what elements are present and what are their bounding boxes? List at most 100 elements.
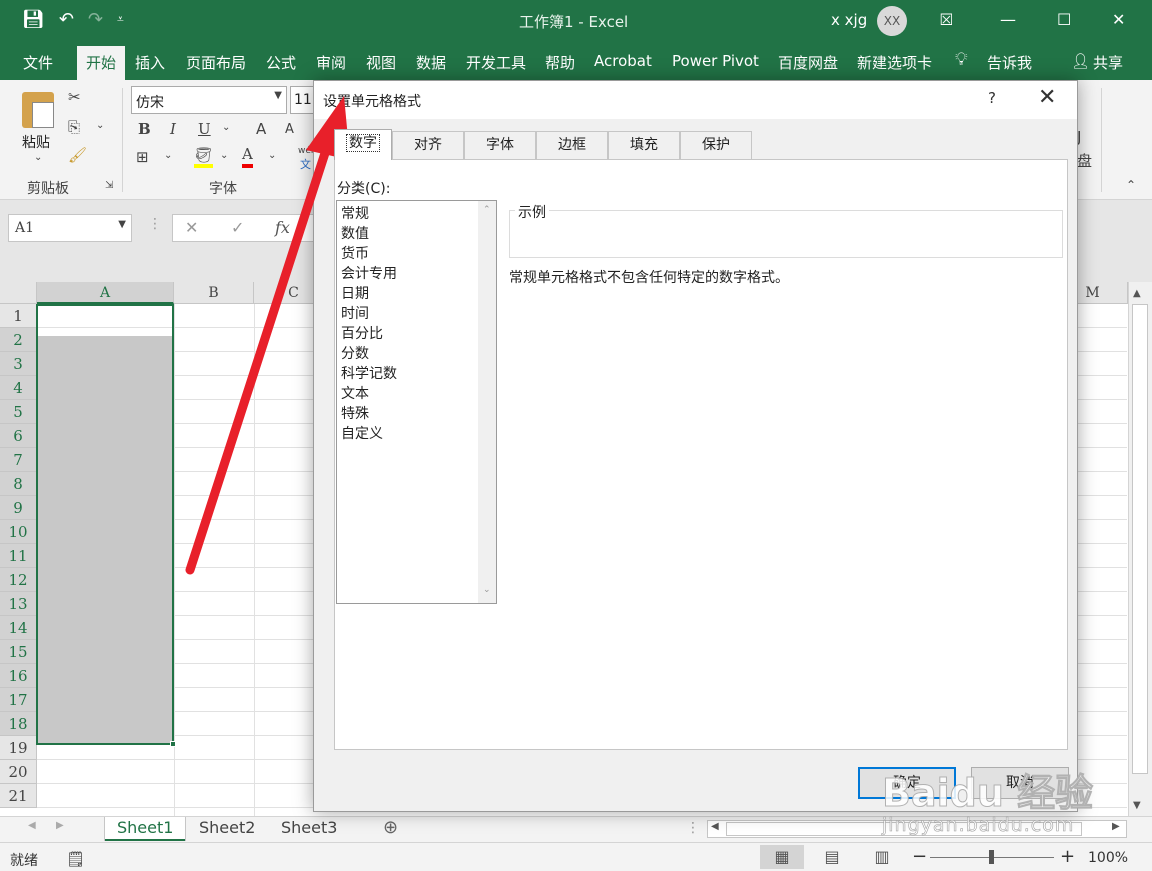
save-icon[interactable]: 💾︎	[22, 9, 45, 30]
tab-review[interactable]: 审阅	[316, 52, 346, 73]
share-button[interactable]: 共享	[1093, 52, 1123, 73]
row-header[interactable]: 7	[0, 448, 37, 472]
cancel-button[interactable]: 取消	[971, 767, 1069, 799]
user-name[interactable]: x xjg	[831, 11, 867, 29]
tab-insert[interactable]: 插入	[135, 52, 165, 73]
paste-label[interactable]: 粘贴	[22, 132, 50, 152]
scroll-thumb[interactable]	[1132, 304, 1148, 774]
avatar[interactable]: XX	[877, 6, 907, 36]
page-layout-view-icon[interactable]: ▤	[810, 845, 854, 869]
add-sheet-icon[interactable]: ⊕	[383, 817, 398, 838]
scroll-up-icon[interactable]: ▲	[1133, 288, 1141, 299]
category-item[interactable]: 分数	[341, 343, 369, 363]
underline-dropdown-icon[interactable]: ⌄	[222, 122, 230, 133]
tab-developer[interactable]: 开发工具	[466, 52, 526, 73]
italic-button[interactable]: I	[170, 120, 176, 138]
zoom-in-icon[interactable]: +	[1060, 846, 1075, 867]
category-item[interactable]: 科学记数	[341, 363, 397, 383]
font-color-button[interactable]: A	[242, 144, 253, 168]
customize-qat-icon[interactable]: ⩡	[117, 12, 124, 27]
category-item[interactable]: 特殊	[341, 403, 369, 423]
borders-dropdown-icon[interactable]: ⌄	[164, 150, 172, 161]
tab-formulas[interactable]: 公式	[266, 52, 296, 73]
close-button[interactable]: ✕	[1112, 10, 1125, 29]
category-item[interactable]: 时间	[341, 303, 369, 323]
tab-acrobat[interactable]: Acrobat	[594, 52, 652, 70]
borders-icon[interactable]: ⊞	[136, 148, 149, 166]
row-header[interactable]: 16	[0, 664, 37, 688]
row-header[interactable]: 13	[0, 592, 37, 616]
row-header[interactable]: 20	[0, 760, 37, 784]
scroll-down-icon[interactable]: ⌄	[483, 585, 491, 595]
font-name-select[interactable]: 仿宋 ▼	[131, 86, 287, 114]
category-list[interactable]: 常规 数值 货币 会计专用 日期 时间 百分比 分数 科学记数 文本 特殊 自定义 ⌃ ⌄	[336, 200, 497, 604]
tab-help[interactable]: 帮助	[545, 52, 575, 73]
cancel-icon[interactable]: ✕	[185, 218, 198, 237]
row-header[interactable]: 15	[0, 640, 37, 664]
row-header[interactable]: 3	[0, 352, 37, 376]
category-item[interactable]: 货币	[341, 243, 369, 263]
tab-fill[interactable]: 填充	[608, 131, 680, 159]
category-item[interactable]: 日期	[341, 283, 369, 303]
tab-baidu-netdisk[interactable]: 百度网盘	[778, 52, 838, 73]
grow-font-button[interactable]: A	[256, 120, 266, 138]
zoom-level[interactable]: 100%	[1088, 850, 1128, 866]
sheet-tab-sheet2[interactable]: Sheet2	[187, 817, 267, 841]
person-icon[interactable]: 👤︎	[1071, 52, 1090, 70]
scroll-right-icon[interactable]: ▶	[1112, 821, 1120, 832]
close-icon[interactable]: ✕	[1038, 85, 1056, 110]
scroll-left-icon[interactable]: ◀	[711, 821, 719, 832]
tab-border[interactable]: 边框	[536, 131, 608, 159]
sheet-tab-sheet3[interactable]: Sheet3	[269, 817, 349, 841]
shrink-font-button[interactable]: A	[285, 122, 294, 137]
category-item[interactable]: 自定义	[341, 423, 383, 443]
scroll-up-icon[interactable]: ⌃	[483, 205, 491, 215]
row-header[interactable]: 14	[0, 616, 37, 640]
fill-handle[interactable]	[170, 741, 176, 747]
bold-button[interactable]: B	[138, 120, 151, 138]
tab-protection[interactable]: 保护	[680, 131, 752, 159]
clipboard-launcher-icon[interactable]: ⇲	[105, 180, 113, 191]
resize-handle-icon[interactable]: ⋮	[686, 820, 700, 836]
help-button[interactable]: ?	[988, 89, 996, 107]
ribbon-display-icon[interactable]: ⮽	[940, 10, 953, 30]
horizontal-scrollbar[interactable]: ◀ ▶	[707, 820, 1127, 838]
category-item[interactable]: 文本	[341, 383, 369, 403]
row-header[interactable]: 21	[0, 784, 37, 808]
paste-icon[interactable]	[22, 92, 54, 128]
tab-number[interactable]: 数字	[334, 129, 392, 160]
macro-record-icon[interactable]: 🗒︎	[66, 850, 85, 868]
ok-button[interactable]: 确定	[858, 767, 956, 799]
column-header-a[interactable]: A	[37, 282, 174, 304]
scroll-down-icon[interactable]: ▼	[1133, 800, 1141, 811]
tab-data[interactable]: 数据	[416, 52, 446, 73]
tab-view[interactable]: 视图	[366, 52, 396, 73]
zoom-out-icon[interactable]: −	[912, 846, 927, 867]
fill-color-icon[interactable]: 🪣︎	[194, 146, 214, 168]
row-header[interactable]: 10	[0, 520, 37, 544]
tab-home[interactable]: 开始	[77, 46, 126, 82]
row-header[interactable]: 2	[0, 328, 37, 352]
tab-new[interactable]: 新建选项卡	[857, 52, 932, 73]
tab-file[interactable]: 文件	[23, 52, 53, 73]
copy-dropdown-icon[interactable]: ⌄	[96, 120, 104, 131]
row-header[interactable]: 1	[0, 304, 37, 328]
lightbulb-icon[interactable]: 💡︎	[955, 49, 968, 70]
vertical-scrollbar[interactable]: ▲ ▼	[1128, 282, 1152, 816]
paste-dropdown-icon[interactable]: ⌄	[34, 152, 42, 163]
enter-icon[interactable]: ✓	[231, 218, 244, 237]
next-sheet-icon[interactable]: ▶	[56, 820, 64, 831]
row-header[interactable]: 9	[0, 496, 37, 520]
row-header[interactable]: 19	[0, 736, 37, 760]
row-header[interactable]: 5	[0, 400, 37, 424]
undo-icon[interactable]: ↶	[59, 9, 74, 30]
tab-alignment[interactable]: 对齐	[392, 131, 464, 159]
category-item[interactable]: 会计专用	[341, 263, 397, 283]
row-header[interactable]: 12	[0, 568, 37, 592]
select-all-corner[interactable]	[0, 282, 37, 304]
category-item[interactable]: 百分比	[341, 323, 383, 343]
category-item[interactable]: 常规	[341, 203, 369, 223]
maximize-button[interactable]: ☐	[1057, 10, 1071, 29]
fill-dropdown-icon[interactable]: ⌄	[220, 150, 228, 161]
row-header[interactable]: 8	[0, 472, 37, 496]
